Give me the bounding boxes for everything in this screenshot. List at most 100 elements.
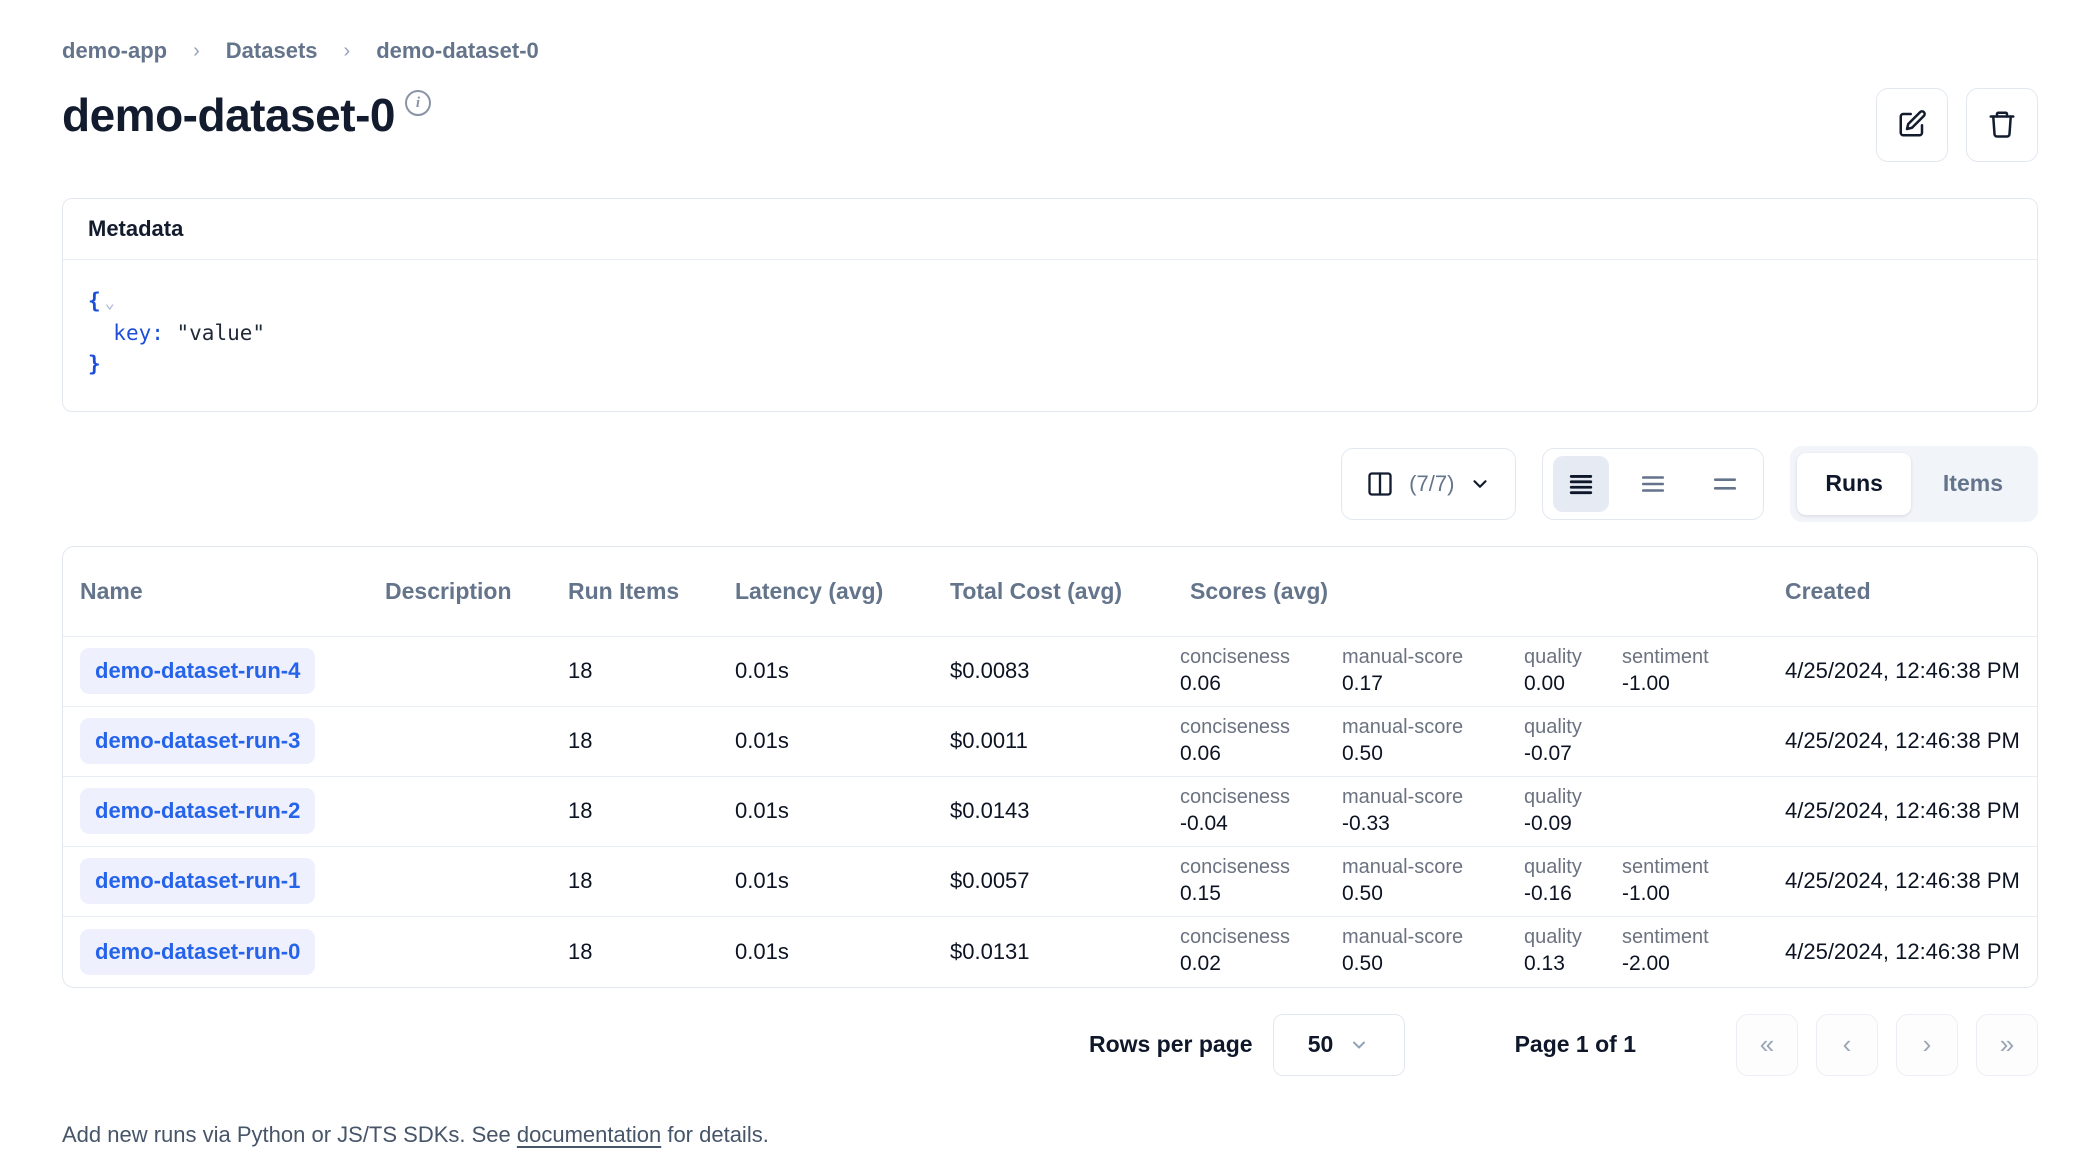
row-height-large-button[interactable] (1697, 456, 1753, 512)
trash-icon (1987, 109, 2017, 142)
chevron-left-icon: ‹ (1843, 1029, 1852, 1060)
created-cell: 4/25/2024, 12:46:38 PM (1775, 728, 2038, 754)
score-item: conciseness 0.15 (1180, 856, 1342, 906)
score-name: quality (1524, 786, 1614, 809)
column-header-latency: Latency (avg) (725, 578, 940, 605)
score-value: -0.16 (1524, 881, 1614, 906)
score-value: 0.50 (1342, 741, 1516, 766)
run-items-cell: 18 (558, 798, 725, 824)
score-item: quality -0.07 (1524, 716, 1622, 766)
score-name: conciseness (1180, 716, 1334, 739)
column-visibility-dropdown[interactable]: (7/7) (1341, 448, 1516, 520)
json-open-brace: { (88, 289, 101, 313)
collapse-chevron-icon[interactable]: ⌄ (105, 293, 115, 313)
edit-pencil-icon (1897, 109, 1927, 142)
score-item: quality 0.00 (1524, 646, 1622, 696)
tab-items[interactable]: Items (1915, 453, 2031, 515)
score-item: sentiment -2.00 (1622, 926, 1775, 976)
total-cost-cell: $0.0143 (940, 798, 1180, 824)
score-name: conciseness (1180, 646, 1334, 669)
last-page-button[interactable]: » (1976, 1014, 2038, 1076)
documentation-link[interactable]: documentation (517, 1122, 661, 1147)
edit-dataset-button[interactable] (1876, 88, 1948, 162)
created-cell: 4/25/2024, 12:46:38 PM (1775, 939, 2038, 965)
json-key: key: (113, 321, 164, 345)
row-height-toggle-group (1542, 448, 1764, 520)
sdk-hint-after: for details. (661, 1122, 769, 1147)
runs-table: Name Description Run Items Latency (avg)… (62, 546, 2038, 988)
json-value: "value" (164, 321, 265, 345)
score-item: manual-score 0.50 (1342, 716, 1524, 766)
rows-per-page-label: Rows per page (1089, 1031, 1253, 1058)
score-item: conciseness -0.04 (1180, 786, 1342, 836)
latency-cell: 0.01s (725, 658, 940, 684)
created-cell: 4/25/2024, 12:46:38 PM (1775, 658, 2038, 684)
column-header-description: Description (375, 578, 558, 605)
column-count-label: (7/7) (1409, 471, 1454, 497)
score-name: conciseness (1180, 926, 1334, 949)
column-header-scores: Scores (avg) (1180, 578, 1775, 605)
score-name: quality (1524, 856, 1614, 879)
metadata-panel: Metadata {⌄ key: "value" } (62, 198, 2038, 412)
score-item: sentiment -1.00 (1622, 856, 1775, 906)
chevron-right-icon: › (1923, 1029, 1932, 1060)
score-name: quality (1524, 926, 1614, 949)
latency-cell: 0.01s (725, 868, 940, 894)
chevron-down-icon (1349, 1035, 1369, 1055)
score-name: manual-score (1342, 646, 1516, 669)
page-status: Page 1 of 1 (1515, 1031, 1636, 1058)
table-row[interactable]: demo-dataset-run-1 18 0.01s $0.0057 conc… (63, 847, 2037, 917)
row-height-small-button[interactable] (1553, 456, 1609, 512)
score-name: quality (1524, 646, 1614, 669)
score-item: quality 0.13 (1524, 926, 1622, 976)
rows-per-page-select[interactable]: 50 (1273, 1014, 1405, 1076)
score-value: 0.50 (1342, 951, 1516, 976)
previous-page-button[interactable]: ‹ (1816, 1014, 1878, 1076)
score-name: manual-score (1342, 856, 1516, 879)
delete-dataset-button[interactable] (1966, 88, 2038, 162)
info-icon[interactable]: i (405, 90, 431, 116)
score-value: -1.00 (1622, 881, 1767, 906)
breadcrumb-datasets[interactable]: Datasets (226, 38, 318, 64)
run-name-link[interactable]: demo-dataset-run-0 (80, 929, 315, 975)
latency-cell: 0.01s (725, 939, 940, 965)
row-height-medium-button[interactable] (1625, 456, 1681, 512)
score-item: quality -0.09 (1524, 786, 1622, 836)
run-name-link[interactable]: demo-dataset-run-2 (80, 788, 315, 834)
latency-cell: 0.01s (725, 798, 940, 824)
chevron-down-icon (1469, 473, 1491, 495)
score-value: 0.13 (1524, 951, 1614, 976)
sdk-hint-before: Add new runs via Python or JS/TS SDKs. S… (62, 1122, 517, 1147)
score-name: sentiment (1622, 856, 1767, 879)
breadcrumb-project[interactable]: demo-app (62, 38, 167, 64)
table-row[interactable]: demo-dataset-run-4 18 0.01s $0.0083 conc… (63, 637, 2037, 707)
score-name: conciseness (1180, 856, 1334, 879)
run-name-link[interactable]: demo-dataset-run-3 (80, 718, 315, 764)
score-name: manual-score (1342, 786, 1516, 809)
run-name-link[interactable]: demo-dataset-run-1 (80, 858, 315, 904)
first-page-button[interactable]: « (1736, 1014, 1798, 1076)
table-header-row: Name Description Run Items Latency (avg)… (63, 547, 2037, 637)
run-name-link[interactable]: demo-dataset-run-4 (80, 648, 315, 694)
chevron-right-icon: › (344, 40, 351, 63)
tab-runs[interactable]: Runs (1797, 453, 1911, 515)
column-header-created: Created (1775, 578, 2038, 605)
next-page-button[interactable]: › (1896, 1014, 1958, 1076)
pagination-bar: Rows per page 50 Page 1 of 1 « ‹ › » (62, 1014, 2038, 1076)
breadcrumb: demo-app › Datasets › demo-dataset-0 (62, 38, 2038, 64)
score-value: 0.15 (1180, 881, 1334, 906)
score-name: sentiment (1622, 646, 1767, 669)
table-row[interactable]: demo-dataset-run-3 18 0.01s $0.0011 conc… (63, 707, 2037, 777)
title-row: demo-dataset-0 i (62, 88, 2038, 162)
page-title: demo-dataset-0 (62, 88, 395, 142)
score-item: conciseness 0.06 (1180, 716, 1342, 766)
rows-medium-icon (1640, 471, 1666, 497)
table-row[interactable]: demo-dataset-run-2 18 0.01s $0.0143 conc… (63, 777, 2037, 847)
column-header-total-cost: Total Cost (avg) (940, 578, 1180, 605)
rows-dense-icon (1568, 471, 1594, 497)
metadata-json-viewer[interactable]: {⌄ key: "value" } (63, 260, 2037, 411)
table-row[interactable]: demo-dataset-run-0 18 0.01s $0.0131 conc… (63, 917, 2037, 987)
score-item: conciseness 0.06 (1180, 646, 1342, 696)
breadcrumb-current-dataset[interactable]: demo-dataset-0 (376, 38, 539, 64)
table-toolbar: (7/7) (62, 446, 2038, 522)
